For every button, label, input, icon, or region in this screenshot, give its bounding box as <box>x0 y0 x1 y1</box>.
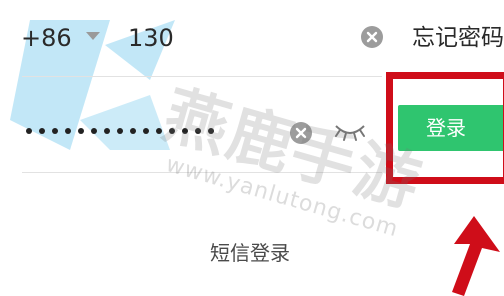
clear-icon[interactable] <box>361 26 383 48</box>
forgot-password-link[interactable]: 忘记密码 <box>412 24 504 52</box>
chevron-down-icon[interactable] <box>86 32 100 40</box>
arrow-up-icon <box>452 216 500 296</box>
sms-login-link[interactable]: 短信登录 <box>210 240 290 266</box>
country-code-selector[interactable]: +86 <box>21 24 72 52</box>
phone-input[interactable]: 130 <box>128 24 180 52</box>
phone-row: +86 130 忘记密码 <box>0 0 504 76</box>
